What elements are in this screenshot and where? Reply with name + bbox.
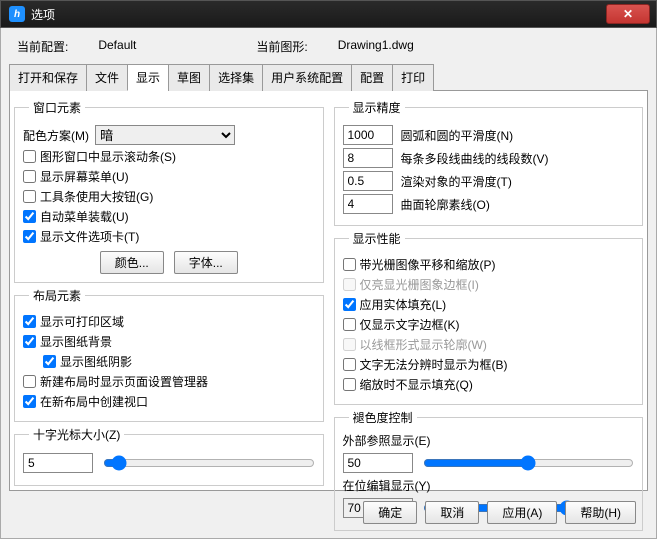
precision-legend: 显示精度 (349, 99, 405, 116)
tabs: 打开和保存 文件 显示 草图 选择集 用户系统配置 配置 打印 (9, 63, 648, 91)
titlebar: h 选项 ✕ (0, 0, 657, 28)
color-scheme-select[interactable]: 暗 (95, 125, 235, 145)
tab-user-prefs[interactable]: 用户系统配置 (262, 64, 352, 91)
polyline-segments-input[interactable] (343, 148, 393, 168)
render-smoothness-input[interactable] (343, 171, 393, 191)
auto-menu-check[interactable] (23, 210, 36, 223)
close-button[interactable]: ✕ (606, 4, 650, 24)
window-elements-legend: 窗口元素 (29, 99, 85, 116)
current-drawing-label: 当前图形: (256, 38, 307, 55)
layout-elements-legend: 布局元素 (29, 287, 85, 304)
color-scheme-label: 配色方案(M) (23, 127, 89, 144)
wireframe-check (343, 338, 356, 351)
tab-profiles[interactable]: 配置 (351, 64, 393, 91)
window-elements-group: 窗口元素 配色方案(M) 暗 图形窗口中显示滚动条(S) 显示屏幕菜单(U) 工… (14, 99, 324, 283)
viewport-check[interactable] (23, 395, 36, 408)
screen-menu-check[interactable] (23, 170, 36, 183)
text-frame-check[interactable] (343, 318, 356, 331)
solid-fill-check[interactable] (343, 298, 356, 311)
window-body: 当前配置: Default 当前图形: Drawing1.dwg 打开和保存 文… (0, 28, 657, 539)
large-buttons-check[interactable] (23, 190, 36, 203)
paper-bg-check[interactable] (23, 335, 36, 348)
text-block-check[interactable] (343, 358, 356, 371)
window-title: 选项 (31, 6, 55, 23)
current-drawing-value: Drawing1.dwg (338, 38, 414, 55)
precision-group: 显示精度 圆弧和圆的平滑度(N) 每条多段线曲线的线段数(V) 渲染对象的平滑度… (334, 99, 644, 226)
crosshair-group: 十字光标大小(Z) 5 (14, 426, 324, 486)
app-icon: h (9, 6, 25, 22)
file-tabs-check[interactable] (23, 230, 36, 243)
surface-contour-input[interactable] (343, 194, 393, 214)
tab-files[interactable]: 文件 (86, 64, 128, 91)
tab-open-save[interactable]: 打开和保存 (9, 64, 87, 91)
tab-print[interactable]: 打印 (392, 64, 434, 91)
cancel-button[interactable]: 取消 (425, 501, 479, 524)
layout-elements-group: 布局元素 显示可打印区域 显示图纸背景 显示图纸阴影 新建布局时显示页面设置管理… (14, 287, 324, 422)
xref-fade-label: 外部参照显示(E) (343, 432, 635, 449)
crosshair-value: 5 (23, 453, 93, 473)
fade-legend: 褪色度控制 (349, 409, 417, 426)
xref-fade-slider[interactable] (423, 454, 635, 472)
page-setup-check[interactable] (23, 375, 36, 388)
colors-button[interactable]: 颜色... (100, 251, 164, 274)
scrollbar-check[interactable] (23, 150, 36, 163)
crosshair-slider[interactable] (103, 454, 315, 472)
current-config-label: 当前配置: (17, 38, 68, 55)
performance-legend: 显示性能 (349, 230, 405, 247)
help-button[interactable]: 帮助(H) (565, 501, 636, 524)
crosshair-legend: 十字光标大小(Z) (29, 426, 124, 443)
tab-drafting[interactable]: 草图 (168, 64, 210, 91)
zoom-fill-check[interactable] (343, 378, 356, 391)
current-config-value: Default (98, 38, 136, 55)
inplace-fade-label: 在位编辑显示(Y) (343, 477, 635, 494)
arc-smoothness-input[interactable] (343, 125, 393, 145)
apply-button[interactable]: 应用(A) (487, 501, 557, 524)
fonts-button[interactable]: 字体... (174, 251, 238, 274)
xref-fade-value: 50 (343, 453, 413, 473)
paper-shadow-check[interactable] (43, 355, 56, 368)
pan-raster-check[interactable] (343, 258, 356, 271)
ok-button[interactable]: 确定 (363, 501, 417, 524)
raster-frame-check (343, 278, 356, 291)
tab-display[interactable]: 显示 (127, 64, 169, 91)
print-area-check[interactable] (23, 315, 36, 328)
tab-selection[interactable]: 选择集 (209, 64, 263, 91)
performance-group: 显示性能 带光栅图像平移和缩放(P) 仅亮显光栅图象边框(I) 应用实体填充(L… (334, 230, 644, 405)
